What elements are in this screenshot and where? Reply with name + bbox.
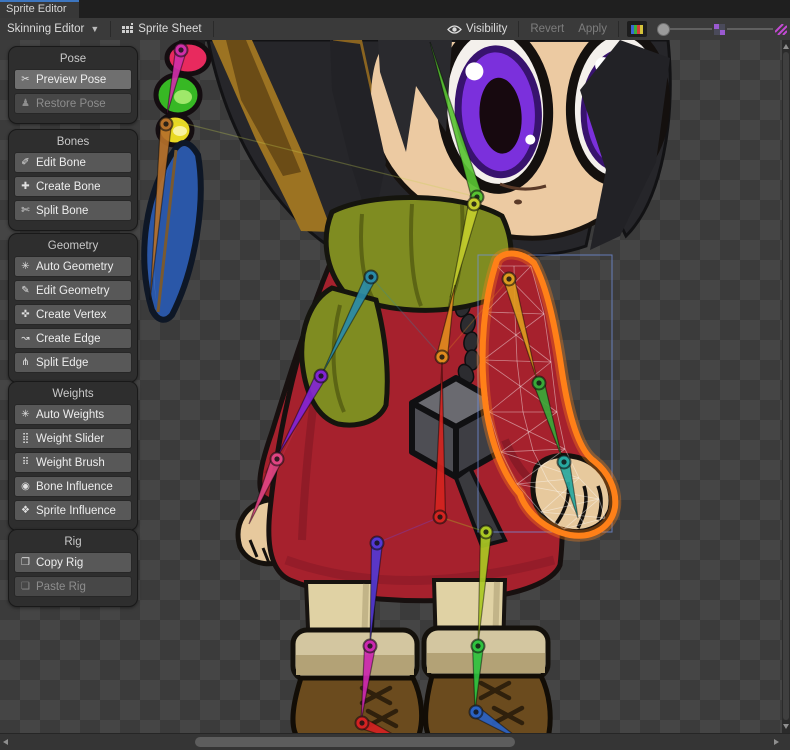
mode-dropdown-label: Skinning Editor: [7, 23, 84, 35]
auto-weights-icon: ✳: [19, 409, 32, 420]
scroll-down-icon[interactable]: [783, 724, 789, 729]
sprite-sheet-grid-icon: [122, 23, 134, 35]
bone-influence-button[interactable]: ◉ Bone Influence: [14, 476, 132, 497]
tool-group-bones: Bones ✐ Edit Bone ✚ Create Bone ✄ Split Bone: [8, 129, 138, 231]
apply-button[interactable]: Apply: [571, 18, 614, 40]
paste-rig-button[interactable]: ❏ Paste Rig: [14, 576, 132, 597]
chevron-down-icon: ▼: [90, 24, 99, 34]
auto-weights-button[interactable]: ✳ Auto Weights: [14, 404, 132, 425]
tool-group-weights: Weights ✳ Auto Weights ⣿ Weight Slider ⠿ Weigh…: [8, 381, 138, 531]
sprite-opacity-slider-track[interactable]: [670, 28, 712, 30]
tool-button-label: Edit Bone: [36, 157, 86, 169]
tool-button-label: Weight Brush: [36, 457, 105, 469]
scroll-up-icon[interactable]: [783, 44, 789, 49]
sprite-influence-button[interactable]: ❖ Sprite Influence: [14, 500, 132, 521]
copy-rig-icon: ❐: [19, 557, 32, 568]
toolbar-separator: [110, 21, 111, 37]
sprite-influence-icon: ❖: [19, 505, 32, 516]
vertical-scrollbar-thumb[interactable]: [783, 52, 789, 720]
weight-brush-button[interactable]: ⠿ Weight Brush: [14, 452, 132, 473]
scroll-left-icon[interactable]: [3, 739, 8, 745]
weight-slider-icon: ⣿: [19, 433, 32, 444]
edit-geometry-button[interactable]: ✎ Edit Geometry: [14, 280, 132, 301]
weight-opacity-slider-track[interactable]: [727, 28, 773, 30]
create-edge-button[interactable]: ↝ Create Edge: [14, 328, 132, 349]
tool-button-label: Create Vertex: [36, 309, 106, 321]
revert-button[interactable]: Revert: [523, 18, 571, 40]
tool-group-title: Bones: [9, 136, 137, 148]
visibility-button[interactable]: Visibility: [440, 18, 514, 40]
tool-group-pose: Pose ✂ Preview Pose ♟ Restore Pose: [8, 46, 138, 124]
tab-sprite-editor[interactable]: Sprite Editor: [0, 0, 79, 18]
tool-button-label: Create Bone: [36, 181, 101, 193]
edit-geometry-icon: ✎: [19, 285, 32, 296]
weight-slider-button[interactable]: ⣿ Weight Slider: [14, 428, 132, 449]
copy-rig-button[interactable]: ❐ Copy Rig: [14, 552, 132, 573]
toolbar-separator: [518, 21, 519, 37]
auto-geometry-icon: ✳: [19, 261, 32, 272]
horizontal-scrollbar-thumb[interactable]: [195, 737, 515, 747]
weight-opacity-icon: [775, 24, 787, 35]
create-edge-icon: ↝: [19, 333, 32, 344]
tool-group-title: Weights: [9, 388, 137, 400]
tool-button-label: Paste Rig: [36, 581, 86, 593]
split-edge-icon: ⋔: [19, 357, 32, 368]
create-bone-icon: ✚: [19, 181, 32, 192]
tab-bar: Sprite Editor: [0, 0, 790, 18]
tool-button-label: Preview Pose: [36, 74, 106, 86]
create-bone-button[interactable]: ✚ Create Bone: [14, 176, 132, 197]
sprite-opacity-icon: [714, 24, 725, 35]
color-bars-icon: [631, 25, 643, 34]
create-vertex-icon: ✜: [19, 309, 32, 320]
preview-pose-icon: ✂: [19, 74, 32, 85]
auto-geometry-button[interactable]: ✳ Auto Geometry: [14, 256, 132, 277]
tool-button-label: Split Bone: [36, 205, 88, 217]
tool-group-rig: Rig ❐ Copy Rig ❏ Paste Rig: [8, 529, 138, 607]
horizontal-scrollbar[interactable]: [0, 733, 790, 750]
sprite-editor-window: { "window": { "tab_label": "Sprite Edito…: [0, 0, 790, 750]
toolbar-separator: [213, 21, 214, 37]
tool-button-label: Split Edge: [36, 357, 88, 369]
tool-button-label: Auto Weights: [36, 409, 104, 421]
tool-button-label: Copy Rig: [36, 557, 83, 569]
eye-icon: [447, 24, 462, 35]
bone-influence-icon: ◉: [19, 481, 32, 492]
character-sprite: [144, 40, 674, 733]
preview-pose-button[interactable]: ✂ Preview Pose: [14, 69, 132, 90]
tool-group-title: Rig: [9, 536, 137, 548]
split-bone-icon: ✄: [19, 205, 32, 216]
toolbar-separator: [618, 21, 619, 37]
tool-group-title: Geometry: [9, 240, 137, 252]
tool-group-geometry: Geometry ✳ Auto Geometry ✎ Edit Geometry ✜ Cre…: [8, 233, 138, 383]
weight-brush-icon: ⠿: [19, 457, 32, 468]
restore-pose-icon: ♟: [19, 98, 32, 109]
toolbar: Skinning Editor ▼ Sprite Sheet Visibili: [0, 18, 790, 41]
split-edge-button[interactable]: ⋔ Split Edge: [14, 352, 132, 373]
scroll-right-icon[interactable]: [774, 739, 779, 745]
restore-pose-button[interactable]: ♟ Restore Pose: [14, 93, 132, 114]
tool-button-label: Restore Pose: [36, 98, 106, 110]
tool-group-title: Pose: [9, 53, 137, 65]
bone-color-palette-button[interactable]: [627, 21, 647, 37]
paste-rig-icon: ❏: [19, 581, 32, 592]
create-vertex-button[interactable]: ✜ Create Vertex: [14, 304, 132, 325]
tool-button-label: Edit Geometry: [36, 285, 110, 297]
edit-bone-icon: ✐: [19, 157, 32, 168]
edit-bone-button[interactable]: ✐ Edit Bone: [14, 152, 132, 173]
tool-button-label: Bone Influence: [36, 481, 113, 493]
sprite-sheet-label: Sprite Sheet: [138, 23, 201, 35]
split-bone-button[interactable]: ✄ Split Bone: [14, 200, 132, 221]
sprite-opacity-slider-knob[interactable]: [657, 23, 670, 36]
tool-button-label: Weight Slider: [36, 433, 104, 445]
mode-dropdown[interactable]: Skinning Editor ▼: [0, 18, 106, 40]
tool-button-label: Sprite Influence: [36, 505, 116, 517]
vertical-scrollbar[interactable]: [782, 40, 790, 733]
tool-button-label: Auto Geometry: [36, 261, 113, 273]
sprite-sheet-button[interactable]: Sprite Sheet: [115, 18, 208, 40]
visibility-label: Visibility: [466, 23, 507, 35]
tool-button-label: Create Edge: [36, 333, 101, 345]
